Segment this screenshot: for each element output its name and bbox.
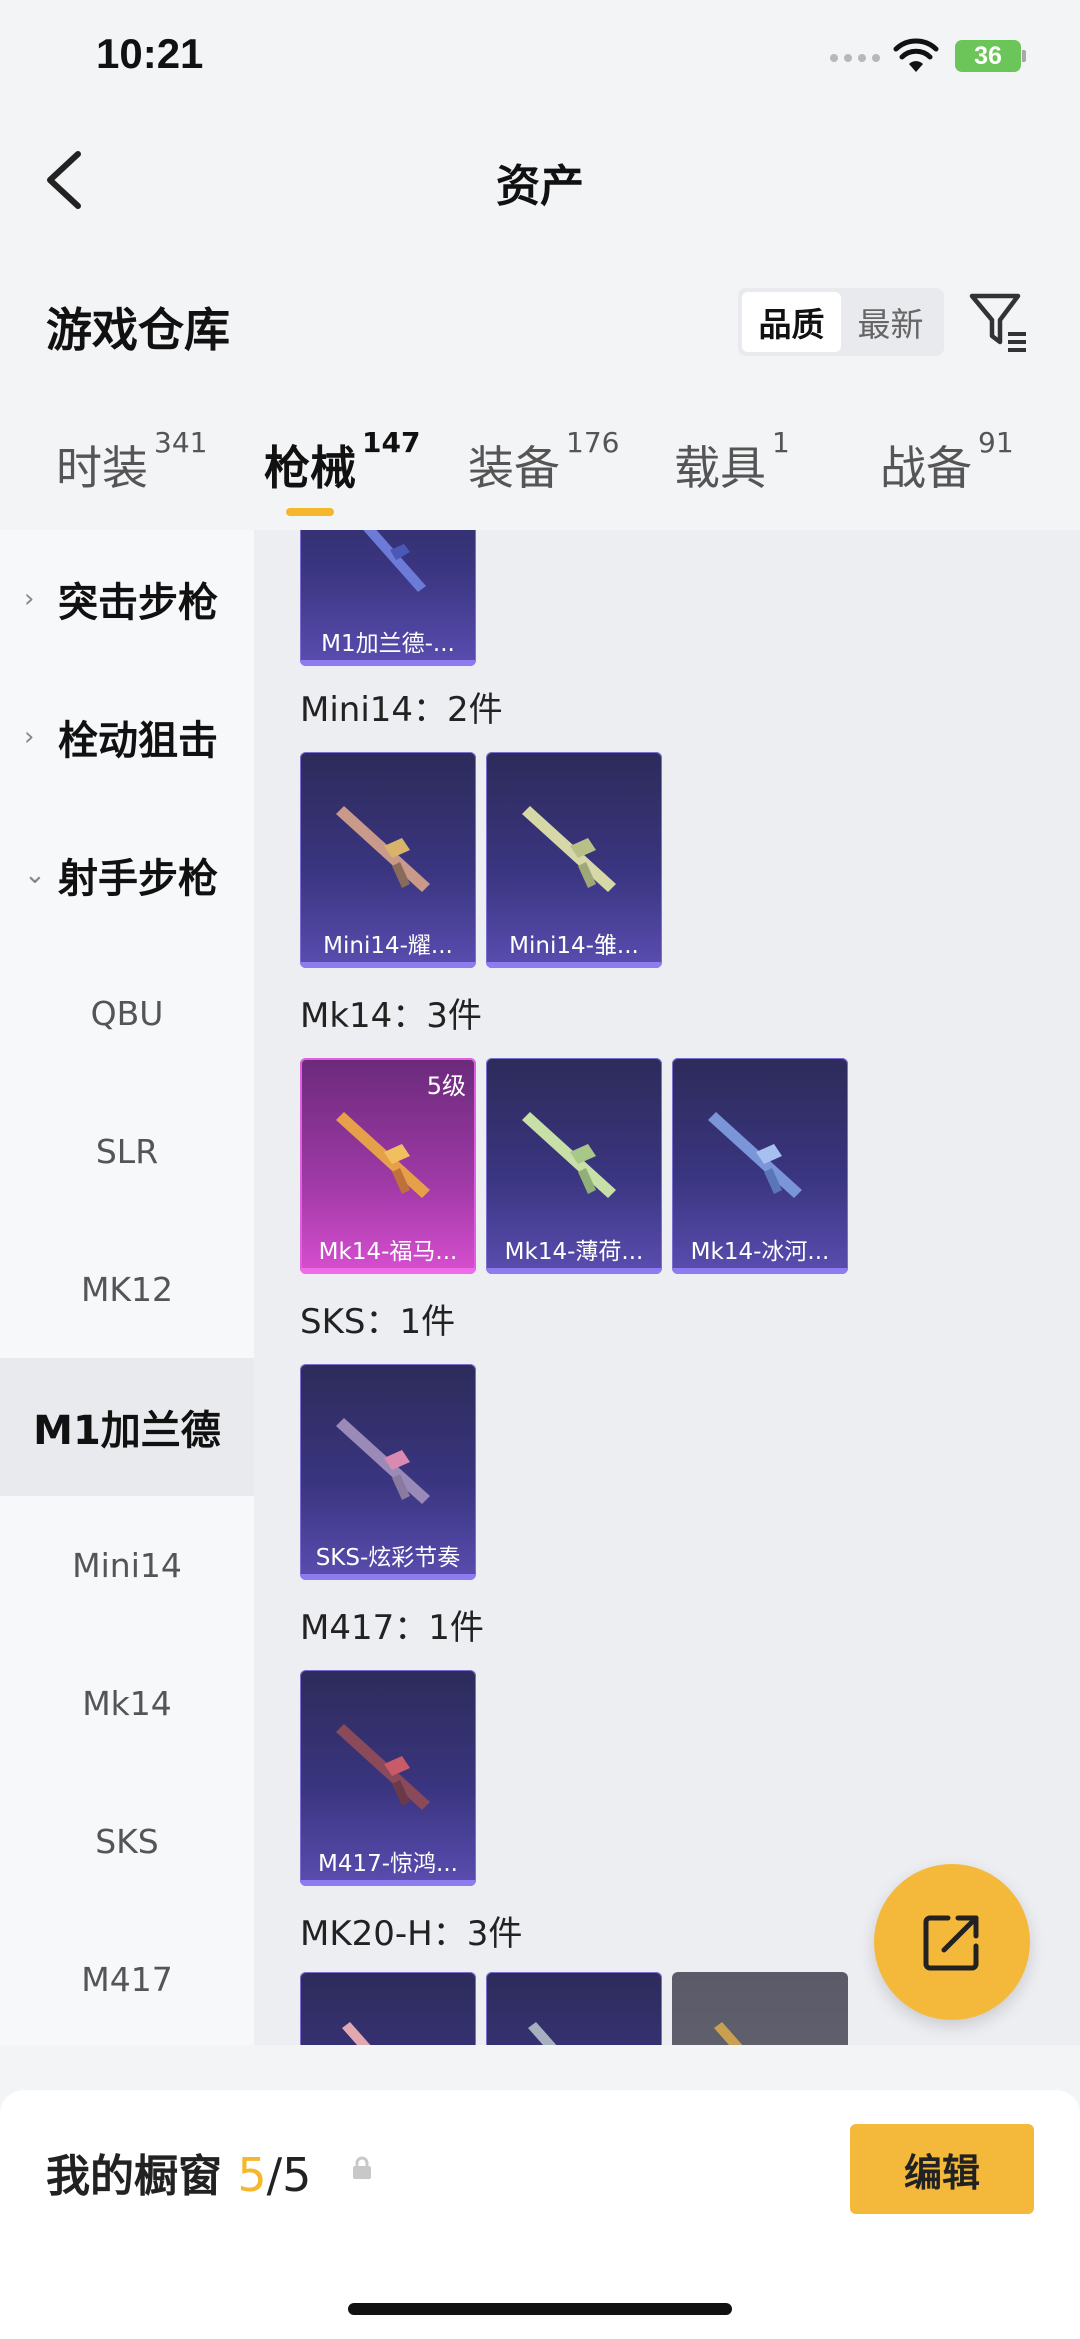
sidebar-item-assault-rifle[interactable]: › 突击步枪 (0, 530, 254, 668)
sidebar-item-m1-garand[interactable]: M1加兰德 (0, 1358, 254, 1496)
rarity-bar (672, 1268, 848, 1274)
item-name: Mini14-耀... (323, 933, 453, 959)
sidebar-item-marksman-rifle[interactable]: ⌄ 射手步枪 (0, 806, 254, 944)
item-name: Mk14-冰河... (690, 1239, 830, 1265)
rarity-bar (300, 962, 476, 968)
rifle-icon (336, 1418, 430, 1504)
rifle-icon (363, 530, 426, 592)
item-name: Mini14-雏... (509, 933, 639, 959)
status-time: 10:21 (96, 30, 204, 77)
battery-tip (1022, 50, 1026, 62)
item-name: M1加兰德-... (321, 631, 455, 657)
section-title: 游戏仓库 (46, 303, 230, 357)
rarity-bar (300, 1880, 476, 1886)
rarity-bar (486, 1268, 662, 1274)
item-card[interactable]: Mini14-雏... (486, 752, 662, 968)
share-button[interactable] (874, 1864, 1030, 2020)
sidebar-item-mk12[interactable]: MK12 (0, 1220, 254, 1358)
filter-icon[interactable] (968, 290, 1030, 354)
rifle-icon (528, 2022, 557, 2045)
rifle-icon (336, 806, 430, 892)
item-name: Mk14-薄荷... (504, 1239, 644, 1265)
item-card[interactable] (300, 1972, 476, 2045)
chevron-right-icon: › (24, 584, 35, 614)
rifle-icon (336, 1724, 430, 1810)
rifle-icon (522, 1112, 616, 1198)
sidebar-item-sks[interactable]: SKS (0, 1772, 254, 1910)
chevron-down-icon: ⌄ (24, 860, 46, 890)
item-card[interactable]: M1加兰德-... (300, 530, 476, 666)
tab-underline (286, 508, 334, 516)
rarity-bar (300, 1574, 476, 1580)
grade-badge: 5级 (426, 1072, 466, 1100)
group-label: Mini14：2件 (300, 690, 503, 730)
item-card[interactable]: Mk14-冰河... (672, 1058, 848, 1274)
group-label: M417：1件 (300, 1608, 484, 1648)
battery-icon: 36 (955, 40, 1021, 72)
group-label: Mk14：3件 (300, 996, 482, 1036)
chevron-right-icon: › (24, 722, 35, 752)
tab-firearms[interactable]: 枪械 147 (264, 426, 420, 498)
share-icon (923, 1915, 979, 1971)
sidebar-item-m417[interactable]: M417 (0, 1910, 254, 2048)
showcase-label: 我的橱窗 5/5 (46, 2148, 312, 2202)
rifle-icon (522, 806, 616, 892)
item-card[interactable] (672, 1972, 848, 2045)
showcase-count: 5/5 (237, 2148, 312, 2202)
sort-latest-button[interactable]: 最新 (841, 292, 940, 352)
tab-supplies[interactable]: 战备 91 (880, 426, 1014, 498)
page-title: 资产 (496, 161, 584, 212)
sidebar-item-mk14[interactable]: Mk14 (0, 1634, 254, 1772)
item-name: SKS-炫彩节奏 (315, 1545, 461, 1571)
sort-quality-button[interactable]: 品质 (742, 292, 841, 352)
sort-toggle[interactable]: 品质 最新 (738, 288, 944, 356)
tab-equipment[interactable]: 装备 176 (468, 426, 619, 498)
sidebar-item-mini14[interactable]: Mini14 (0, 1496, 254, 1634)
rifle-icon (708, 1112, 802, 1198)
rarity-bar (300, 1268, 476, 1274)
rifle-icon (342, 2022, 371, 2045)
sidebar-item-qbu[interactable]: QBU (0, 944, 254, 1082)
sidebar: › 突击步枪 › 栓动狙击 ⌄ 射手步枪 QBU SLR MK12 M1加兰德 Min… (0, 530, 254, 2045)
item-card[interactable]: Mk14-薄荷... (486, 1058, 662, 1274)
rifle-icon (714, 2022, 743, 2045)
item-card[interactable] (486, 1972, 662, 2045)
item-card[interactable]: M417-惊鸿... (300, 1670, 476, 1886)
sidebar-item-slr[interactable]: SLR (0, 1082, 254, 1220)
rarity-bar (300, 660, 476, 666)
group-label: MK20-H：3件 (300, 1914, 523, 1954)
item-name: Mk14-福马... (318, 1239, 458, 1265)
rifle-icon (336, 1112, 430, 1198)
group-label: SKS：1件 (300, 1302, 456, 1342)
lock-icon (353, 2156, 371, 2179)
item-card[interactable]: Mini14-耀... (300, 752, 476, 968)
tab-costume[interactable]: 时装 341 (56, 426, 207, 498)
wifi-icon (893, 38, 939, 72)
item-name: M417-惊鸿... (318, 1851, 458, 1877)
sidebar-item-bolt-sniper[interactable]: › 栓动狙击 (0, 668, 254, 806)
item-card[interactable]: 5级 Mk14-福马... (300, 1058, 476, 1274)
rarity-bar (486, 962, 662, 968)
category-tabs: 时装 341 枪械 147 装备 176 载具 1 战备 91 (0, 426, 1080, 528)
edit-button[interactable]: 编辑 (850, 2124, 1034, 2214)
item-card[interactable]: SKS-炫彩节奏 (300, 1364, 476, 1580)
home-indicator[interactable] (348, 2303, 732, 2315)
item-grid: M1加兰德-... Mini14：2件 Mini14-耀... Mini14-雏… (254, 530, 1080, 2045)
signal-icon (830, 54, 880, 62)
tab-vehicles[interactable]: 载具 1 (674, 426, 790, 498)
